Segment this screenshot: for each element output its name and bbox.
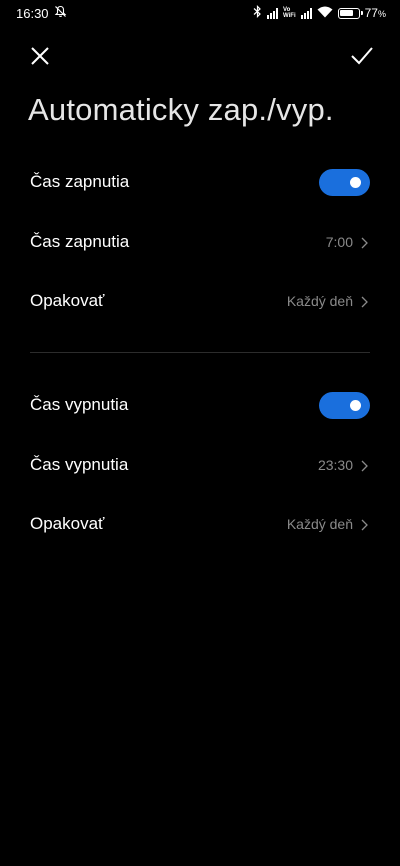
power-on-time-label: Čas zapnutia: [30, 232, 130, 251]
signal-icon: [267, 7, 279, 19]
power-on-toggle[interactable]: [319, 169, 370, 196]
chevron-right-icon: [359, 518, 371, 531]
power-off-repeat-value: Každý deň: [286, 516, 353, 532]
power-on-time-row[interactable]: Čas zapnutia 7:00: [0, 213, 400, 271]
power-off-repeat-row[interactable]: Opakovať Každý deň: [0, 495, 400, 553]
vowifi-icon: Vo WiFi: [283, 7, 296, 19]
vowifi-bottom-label: WiFi: [283, 13, 296, 19]
close-icon: [30, 46, 50, 71]
mute-bell-icon: [54, 5, 67, 21]
power-on-time-value: 7:00: [325, 234, 353, 250]
battery-icon: [337, 7, 363, 19]
power-off-toggle-row[interactable]: Čas vypnutia: [0, 376, 400, 434]
power-off-time-row[interactable]: Čas vypnutia 23:30: [0, 436, 400, 494]
power-off-time-value: 23:30: [317, 457, 353, 473]
check-icon: [350, 46, 374, 71]
power-on-repeat-row[interactable]: Opakovať Každý deň: [0, 272, 400, 330]
power-off-toggle-label: Čas vypnutia: [30, 395, 129, 414]
section-divider: [30, 352, 370, 353]
chevron-right-icon: [359, 236, 371, 249]
power-on-repeat-value: Každý deň: [286, 293, 353, 309]
bluetooth-icon: [253, 5, 262, 21]
power-on-toggle-row[interactable]: Čas zapnutia: [0, 153, 400, 211]
wifi-icon: [317, 6, 333, 21]
status-right: Vo WiFi 77%: [253, 5, 386, 21]
page-title: Automaticky zap./vyp.: [28, 92, 334, 127]
power-on-toggle-label: Čas zapnutia: [30, 172, 130, 191]
power-off-time-label: Čas vypnutia: [30, 455, 129, 474]
toggle-knob: [350, 177, 361, 188]
status-left: 16:30: [16, 5, 67, 21]
close-button[interactable]: [22, 40, 58, 76]
signal-icon: [300, 7, 312, 19]
toggle-knob: [350, 400, 361, 411]
battery-fill: [340, 10, 354, 16]
power-off-toggle[interactable]: [319, 392, 370, 419]
chevron-right-icon: [359, 295, 371, 308]
chevron-right-icon: [359, 459, 371, 472]
confirm-button[interactable]: [344, 40, 380, 76]
power-off-repeat-label: Opakovať: [30, 514, 105, 533]
status-bar: 16:30 Vo WiFi 77%: [0, 0, 400, 26]
status-time: 16:30: [16, 5, 49, 21]
battery-percent: 77%: [364, 6, 386, 20]
power-on-repeat-label: Opakovať: [30, 291, 105, 310]
